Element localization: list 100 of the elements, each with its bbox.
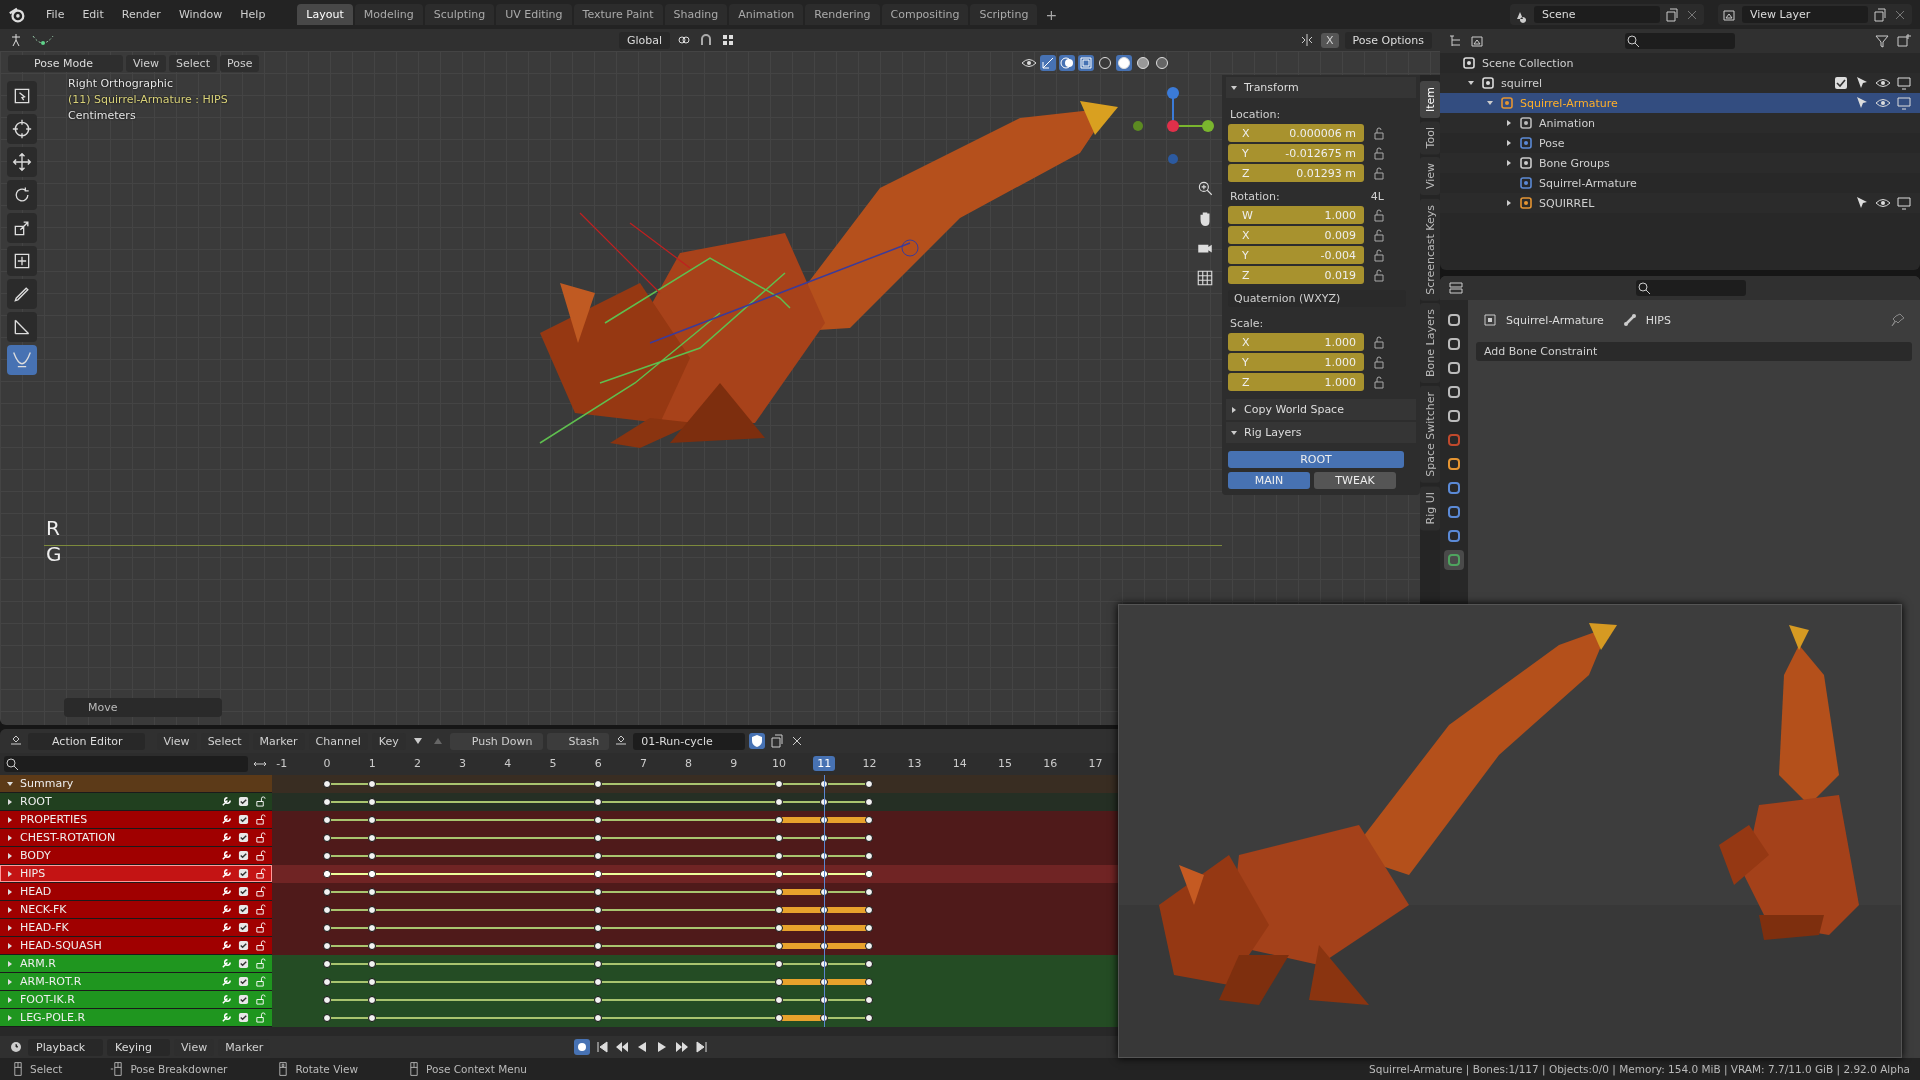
keyframe[interactable]	[368, 996, 377, 1004]
lock-icon[interactable]	[255, 904, 266, 915]
keyframe[interactable]	[323, 834, 331, 842]
checkbox[interactable]	[238, 796, 249, 807]
keyframe[interactable]	[775, 852, 783, 860]
keyframe[interactable]	[865, 960, 874, 968]
expand-arrow-icon[interactable]	[1505, 159, 1513, 167]
checkbox[interactable]	[238, 958, 249, 969]
keyframe[interactable]	[865, 1014, 874, 1022]
menu-dropdown[interactable]: Keying	[107, 1038, 171, 1056]
keyframe[interactable]	[368, 1014, 377, 1022]
wrench-icon[interactable]	[221, 832, 232, 843]
monitor-icon[interactable]	[1896, 195, 1912, 211]
keyframe[interactable]	[865, 906, 874, 914]
keyframe[interactable]	[323, 1014, 331, 1022]
menu-item[interactable]: Render	[113, 5, 169, 24]
panel-header[interactable]: Rig Layers	[1226, 422, 1416, 443]
keyframe[interactable]	[865, 816, 874, 824]
keyframe[interactable]	[594, 978, 603, 986]
checkbox[interactable]	[238, 940, 249, 951]
keyframe[interactable]	[323, 978, 331, 986]
view-layer-field[interactable]: View Layer	[1742, 6, 1868, 23]
zoom-icon[interactable]	[1196, 179, 1214, 197]
current-frame-indicator[interactable]: 11	[813, 756, 836, 771]
keyframe[interactable]	[594, 1014, 603, 1022]
add-workspace-button[interactable]: +	[1039, 4, 1064, 25]
wrench-icon[interactable]	[221, 868, 232, 879]
keyframe[interactable]	[368, 834, 377, 842]
shading-mode-icon[interactable]	[1116, 55, 1132, 71]
outliner-row[interactable]: Squirrel-Armature	[1440, 173, 1920, 193]
lock-icon[interactable]	[1372, 335, 1386, 349]
wrench-icon[interactable]	[221, 886, 232, 897]
menu-item[interactable]: Window	[170, 5, 231, 24]
keyframe[interactable]	[594, 906, 603, 914]
search-field[interactable]	[1636, 280, 1746, 296]
shield-icon[interactable]	[749, 733, 766, 749]
action-name-field[interactable]: 01-Run-cycle	[633, 732, 746, 750]
wrench-icon[interactable]	[221, 796, 232, 807]
lock-mode-toggle[interactable]: 4L	[1370, 190, 1384, 203]
workspace-tab[interactable]: Scripting	[970, 4, 1038, 25]
keyframe[interactable]	[323, 942, 331, 950]
menu-item[interactable]: Edit	[74, 5, 112, 24]
sidebar-tab[interactable]: Item	[1420, 81, 1440, 119]
lock-icon[interactable]	[255, 832, 266, 843]
expand-arrow-icon[interactable]	[6, 905, 14, 914]
keyframe[interactable]	[594, 888, 603, 896]
wrench-icon[interactable]	[221, 940, 232, 951]
clock-icon[interactable]	[8, 1039, 24, 1055]
checkbox[interactable]	[238, 1012, 249, 1023]
lock-icon[interactable]	[255, 850, 266, 861]
checkbox[interactable]	[238, 994, 249, 1005]
app-logo-icon[interactable]	[8, 5, 26, 24]
lock-icon[interactable]	[255, 868, 266, 879]
menu-item[interactable]: View	[125, 54, 167, 72]
tool-button[interactable]	[7, 81, 37, 111]
keyframe[interactable]	[865, 852, 874, 860]
channel-row[interactable]: HEAD	[0, 883, 272, 901]
keyframe[interactable]	[368, 816, 377, 824]
keyframe[interactable]	[368, 798, 377, 806]
channel-row[interactable]: Summary	[0, 775, 272, 793]
keyframe[interactable]	[323, 852, 331, 860]
checkbox[interactable]	[238, 922, 249, 933]
checkbox[interactable]	[238, 904, 249, 915]
mode-dropdown[interactable]: Pose Mode	[8, 54, 123, 72]
keyframe[interactable]	[865, 780, 874, 788]
expand-arrow-icon[interactable]	[1505, 139, 1513, 147]
layer-toggle[interactable]: ROOT	[1228, 451, 1404, 468]
keyframe[interactable]	[594, 996, 603, 1004]
expand-arrow-icon[interactable]	[1505, 119, 1513, 127]
lock-icon[interactable]	[1372, 375, 1386, 389]
rotation-mode-dropdown[interactable]: Quaternion (WXYZ)	[1228, 290, 1406, 307]
outliner-row[interactable]: Squirrel-Armature	[1440, 93, 1920, 113]
overlay-toggle-icon[interactable]	[1059, 55, 1075, 71]
keyframe[interactable]	[865, 888, 874, 896]
keyframe[interactable]	[775, 978, 783, 986]
keyframe[interactable]	[865, 996, 874, 1004]
lock-icon[interactable]	[1372, 208, 1386, 222]
panel-header[interactable]: Transform	[1226, 77, 1416, 98]
workspace-tab[interactable]: Animation	[729, 4, 804, 25]
search-field[interactable]	[4, 756, 248, 772]
keyframe[interactable]	[775, 870, 783, 878]
lock-icon[interactable]	[255, 922, 266, 933]
checkbox[interactable]	[238, 850, 249, 861]
checkbox[interactable]	[238, 868, 249, 879]
copy-icon[interactable]	[1664, 6, 1680, 23]
wrench-icon[interactable]	[221, 850, 232, 861]
keyframe[interactable]	[865, 834, 874, 842]
keyframe[interactable]	[323, 996, 331, 1004]
shading-mode-icon[interactable]	[1097, 55, 1113, 71]
lock-icon[interactable]	[255, 814, 266, 825]
keyframe[interactable]	[323, 924, 331, 932]
orientation-dropdown[interactable]: Global	[618, 31, 671, 49]
keyframe[interactable]	[323, 870, 331, 878]
push-down-button[interactable]: Push Down	[449, 732, 543, 750]
sidebar-tab[interactable]: Tool	[1420, 121, 1440, 155]
keyframe[interactable]	[865, 798, 874, 806]
channel-row[interactable]: NECK-FK	[0, 901, 272, 919]
channel-row[interactable]: HEAD-FK	[0, 919, 272, 937]
expand-arrow-icon[interactable]	[1467, 79, 1475, 87]
channel-row[interactable]: HEAD-SQUASH	[0, 937, 272, 955]
